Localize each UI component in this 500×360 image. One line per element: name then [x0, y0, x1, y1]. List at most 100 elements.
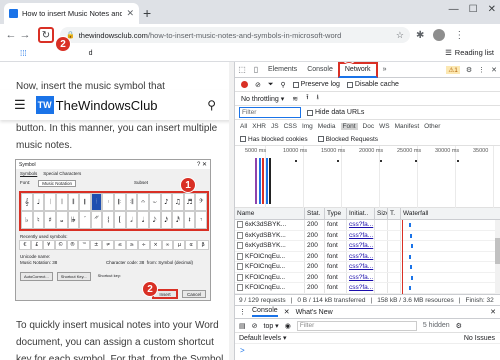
table-row[interactable]: KFOlCnqEu... 200 font css?fa... — [235, 262, 500, 273]
site-logo[interactable]: TW TheWindowsClub — [35, 96, 158, 114]
console-settings-icon[interactable]: ⚙ — [456, 322, 462, 330]
menu-icon[interactable]: ⋮ — [454, 30, 464, 41]
console-clear-icon[interactable]: ⊘ — [252, 322, 258, 330]
type-filter-all[interactable]: All — [240, 123, 247, 130]
type-filter-media[interactable]: Media — [318, 123, 336, 130]
table-row[interactable]: KFOlCnqEu... 200 font css?fa... — [235, 272, 500, 283]
col-initiator[interactable]: Initiat.. — [347, 208, 375, 219]
paragraph-1-line-3: music notes. — [16, 140, 73, 151]
search-icon-devtools[interactable]: ⚲ — [280, 81, 285, 89]
drawer-tab-whatsnew[interactable]: What's New — [296, 309, 333, 316]
col-waterfall[interactable]: Waterfall — [401, 208, 500, 219]
tab-network[interactable]: Network — [337, 62, 378, 78]
hamburger-menu-icon[interactable]: ☰ — [14, 97, 26, 113]
inspect-icon[interactable]: ⬚ — [235, 65, 249, 74]
col-type[interactable]: Type — [325, 208, 347, 219]
more-tabs-icon[interactable]: » — [378, 62, 392, 78]
table-row[interactable]: KFOlCnqEu... 200 font css?fa... — [235, 251, 500, 262]
type-filter-xhr[interactable]: XHR — [252, 123, 266, 130]
status-resources: 158 kB / 3.6 MB resources — [377, 296, 454, 304]
maximize-icon[interactable]: ☐ — [469, 4, 478, 15]
cell-size — [375, 241, 388, 251]
console-filter-input[interactable]: Filter — [296, 320, 417, 331]
type-filter-js[interactable]: JS — [271, 123, 279, 130]
type-filter-img[interactable]: Img — [302, 123, 313, 130]
export-icon[interactable]: ⭳ — [317, 93, 319, 104]
back-arrow-icon[interactable]: ← — [4, 29, 18, 41]
cell-initiator[interactable]: css?fa... — [347, 220, 375, 230]
drawer-close-icon[interactable]: ✕ — [490, 308, 496, 316]
cell-initiator[interactable]: css?fa... — [347, 251, 375, 261]
col-time[interactable]: T. — [388, 208, 401, 219]
clear-icon[interactable]: ⊘ — [255, 81, 261, 89]
type-filter-manifest[interactable]: Manifest — [395, 123, 420, 130]
browser-tab[interactable]: How to insert Music Notes and S ✕ — [4, 3, 139, 24]
type-filter-css[interactable]: CSS — [284, 123, 297, 130]
type-filter-ws[interactable]: WS — [379, 123, 389, 130]
star-icon[interactable]: ☆ — [396, 30, 404, 41]
context-select[interactable]: top ▾ — [264, 322, 279, 330]
has-blocked-cookies-checkbox[interactable]: Has blocked cookies — [240, 136, 308, 143]
forward-arrow-icon[interactable]: → — [18, 29, 32, 41]
throttling-select[interactable]: No throttling ▾ — [241, 95, 284, 103]
settings-gear-icon[interactable]: ⚙ — [466, 66, 472, 74]
eye-icon[interactable]: ◉ — [285, 322, 291, 330]
bookmark-item[interactable]: d — [89, 50, 93, 57]
warning-badge[interactable]: ⚠1 — [446, 65, 460, 74]
symbol-cell: ♮ — [32, 211, 45, 229]
cell-initiator[interactable]: css?fa... — [347, 241, 375, 251]
disable-cache-checkbox[interactable]: Disable cache — [346, 81, 399, 88]
reading-list[interactable]: ☰ Reading list — [445, 48, 494, 57]
reload-icon[interactable]: ↻ — [38, 27, 54, 43]
type-filter-font[interactable]: Font — [340, 123, 358, 130]
drawer-menu-icon[interactable]: ⋮ — [239, 308, 246, 316]
default-levels-select[interactable]: Default levels ▾ — [239, 334, 287, 342]
col-name[interactable]: Name — [235, 208, 305, 219]
drawer-tab-console[interactable]: Console — [252, 307, 278, 317]
waterfall-bar — [403, 241, 500, 251]
network-overview-timeline[interactable]: 5000 ms 10000 ms 15000 ms 20000 ms 25000 ms 3… — [235, 146, 500, 208]
preserve-log-checkbox[interactable]: Preserve log — [292, 81, 340, 88]
close-tab-icon[interactable]: ✕ — [126, 8, 134, 19]
tab-console[interactable]: Console — [302, 62, 338, 78]
timeline-gridline — [493, 146, 494, 208]
cell-initiator[interactable]: css?fa... — [347, 272, 375, 282]
blocked-requests-checkbox[interactable]: Blocked Requests — [317, 136, 378, 143]
console-prompt[interactable]: > — [235, 344, 500, 356]
requests-scrollbar[interactable] — [495, 220, 500, 294]
tab-elements[interactable]: Elements — [263, 62, 302, 78]
filter-icon[interactable]: ⏷ — [268, 81, 274, 89]
drawer-tab-close-icon[interactable]: ✕ — [284, 308, 290, 316]
devtools-panel: ⬚ ▯ Elements Console Network » ⚠1 ⚙ ⋮ ✕ … — [234, 62, 500, 360]
cell-initiator[interactable]: css?fa... — [347, 262, 375, 272]
table-row[interactable]: 6xKydSBYK... 200 font css?fa... — [235, 241, 500, 252]
console-levels-row: Default levels ▾ No Issues — [235, 333, 500, 344]
minimize-icon[interactable]: — — [449, 4, 459, 15]
cell-waterfall — [401, 241, 500, 251]
device-toolbar-icon[interactable]: ▯ — [249, 65, 263, 74]
cell-initiator[interactable]: css?fa... — [347, 230, 375, 240]
search-icon[interactable]: ⚲ — [207, 98, 216, 112]
type-filter-other[interactable]: Other — [424, 123, 440, 130]
extensions-icon[interactable]: ✱ — [416, 30, 424, 41]
wifi-icon[interactable]: ≋ — [292, 95, 298, 103]
table-row[interactable]: KFOlCnqEu... 200 font css?fa... — [235, 283, 500, 294]
devtools-menu-icon[interactable]: ⋮ — [478, 66, 485, 74]
apps-grid-icon[interactable]: ⁞⁞⁞ — [20, 49, 27, 58]
profile-avatar[interactable] — [433, 29, 446, 41]
new-tab-icon[interactable]: + — [143, 5, 151, 21]
devtools-close-icon[interactable]: ✕ — [491, 66, 497, 74]
table-row[interactable]: 6xK3dSBYK... 200 font css?fa... — [235, 220, 500, 231]
filter-input[interactable]: Filter — [239, 107, 301, 118]
type-filter-doc[interactable]: Doc — [363, 123, 375, 130]
address-bar[interactable]: 🔒 thewindowsclub.com/how-to-insert-music… — [60, 27, 410, 43]
cell-initiator[interactable]: css?fa... — [347, 283, 375, 293]
import-icon[interactable]: ⭱ — [306, 93, 308, 104]
table-row[interactable]: 6xKydSBYK... 200 font css?fa... — [235, 230, 500, 241]
hide-data-urls-checkbox[interactable]: Hide data URLs — [307, 109, 364, 116]
console-sidebar-icon[interactable]: ▤ — [239, 322, 246, 330]
col-size[interactable]: Size — [375, 208, 388, 219]
col-status[interactable]: Stat. — [305, 208, 325, 219]
close-window-icon[interactable]: ✕ — [488, 4, 496, 15]
record-icon[interactable] — [241, 81, 248, 88]
